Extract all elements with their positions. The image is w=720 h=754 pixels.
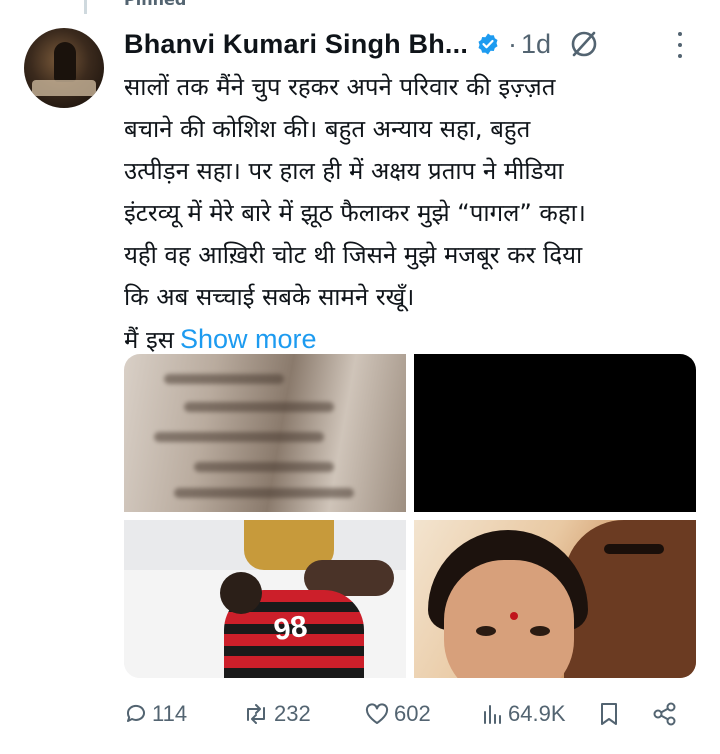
pinned-row: Pinned [0,0,720,14]
avatar-table [32,80,96,96]
tweet-text-line: इंटरव्यू में मेरे बारे में झूठ फैलाकर मु… [124,199,586,227]
thread-line [84,0,87,14]
media-image-1[interactable] [124,354,406,512]
reply-count: 114 [152,701,188,726]
author-name[interactable]: Bhanvi Kumari Singh Bh... [124,29,468,60]
verified-badge-icon[interactable] [476,32,500,56]
header-separator: · [508,28,518,59]
tweet-time[interactable]: 1d [521,29,551,60]
views-button[interactable]: 64.9K [480,694,566,734]
tweet-text-fragment: मैं इस [124,326,174,354]
media-image-2[interactable] [414,354,696,512]
tweet-text-line: सालों तक मैंने चुप रहकर अपने परिवार की इ… [124,73,556,101]
media-image-3[interactable]: 98 [124,520,406,678]
bookmark-button[interactable] [598,694,620,734]
repost-icon [247,704,265,724]
grok-icon[interactable] [569,29,599,59]
reply-button[interactable]: 114 [124,694,187,734]
media-image-4[interactable] [414,520,696,678]
repost-button[interactable]: 232 [242,694,311,734]
like-button[interactable]: 602 [364,694,431,734]
show-more-link[interactable]: Show more [180,324,317,354]
share-icon [653,702,676,726]
views-icon [484,705,501,724]
like-icon [365,703,389,724]
reply-icon [126,704,145,722]
pinned-label: Pinned [124,0,186,9]
action-bar: 114 232 602 64.9K [124,694,696,734]
tweet-text-line: बचाने की कोशिश की। बहुत अन्याय सहा, बहुत [124,115,531,143]
repost-count: 232 [274,701,311,726]
view-count: 64.9K [508,701,566,726]
tweet-text-line: यही वह आख़िरी चोट थी जिसने मुझे मजबूर कर… [124,241,583,269]
tweet-text: सालों तक मैंने चुप रहकर अपने परिवार की इ… [124,66,684,361]
avatar[interactable] [24,28,104,108]
like-count: 602 [394,701,431,726]
media-grid: 98 [124,354,696,678]
tweet-text-line: उत्पीड़न सहा। पर हाल ही में अक्षय प्रताप… [124,157,564,185]
bookmark-icon [601,703,617,725]
more-icon[interactable] [672,30,688,60]
share-button[interactable] [652,694,678,734]
tweet-text-line: कि अब सच्चाई सबके सामने रखूँ। [124,283,415,311]
tweet-header: Bhanvi Kumari Singh Bh... · 1d [124,26,599,62]
avatar-figure [54,42,76,82]
